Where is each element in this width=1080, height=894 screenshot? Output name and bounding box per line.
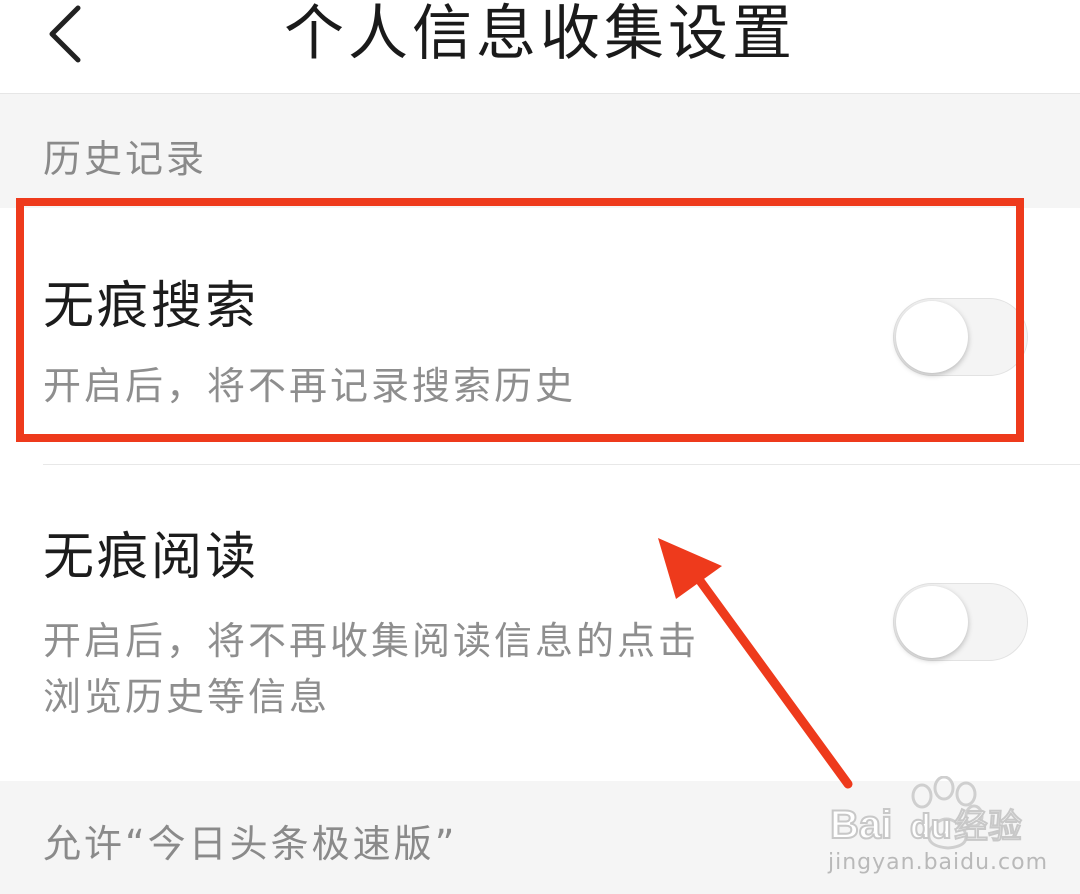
section-header-allow: 允许“今日头条极速版” [0,781,1080,894]
page-title: 个人信息收集设置 [284,0,796,69]
toggle-knob [896,301,968,373]
setting-row-incognito-reading[interactable]: 无痕阅读 开启后，将不再收集阅读信息的点击 浏览历史等信息 [0,465,1080,781]
setting-desc-line-1: 开启后，将不再收集阅读信息的点击 [43,619,700,663]
section-header-history: 历史记录 [0,94,1080,208]
setting-row-incognito-search[interactable]: 无痕搜索 开启后，将不再记录搜索历史 [0,208,1080,464]
setting-desc-incognito-reading: 开启后，将不再收集阅读信息的点击 浏览历史等信息 [43,613,743,725]
section-label-history: 历史记录 [43,137,208,181]
setting-title-incognito-search: 无痕搜索 [43,277,260,336]
incognito-reading-toggle[interactable] [893,583,1028,661]
setting-desc-line-2: 浏览历史等信息 [43,675,331,719]
setting-title-incognito-reading: 无痕阅读 [43,528,260,587]
watermark-domain-text: jingyan.baidu.com [828,850,1049,875]
section-label-allow: 允许“今日头条极速版” [43,822,458,866]
setting-desc-incognito-search: 开启后，将不再记录搜索历史 [43,364,577,408]
header-bar: 个人信息收集设置 [0,0,1080,94]
incognito-search-toggle[interactable] [893,298,1028,376]
toggle-knob [896,586,968,658]
